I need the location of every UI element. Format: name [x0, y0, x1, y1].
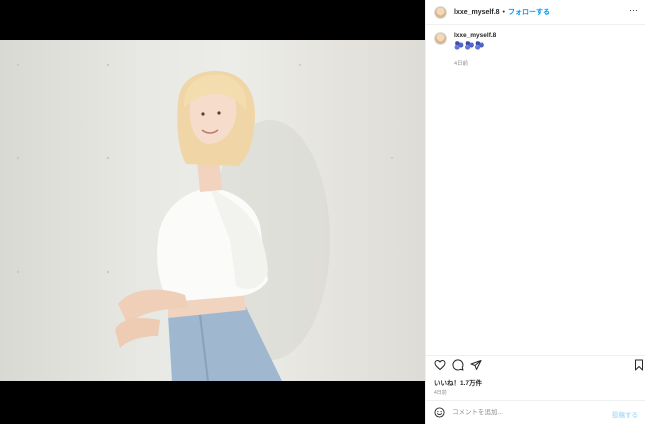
- comment-input[interactable]: [452, 409, 612, 416]
- post-header: lxxe_myself.8 • フォローする ···: [426, 0, 645, 25]
- post-media[interactable]: [0, 0, 425, 424]
- like-count[interactable]: いいね！1.7万件: [434, 377, 482, 387]
- heart-icon[interactable]: [434, 359, 446, 371]
- post-side-panel: lxxe_myself.8 • フォローする ··· lxxe_myself.8…: [425, 0, 645, 424]
- post-caption: lxxe_myself.8 🫐🫐🫐 4日前: [434, 32, 496, 67]
- more-options-icon[interactable]: ···: [629, 5, 638, 15]
- caption-username[interactable]: lxxe_myself.8: [454, 32, 496, 39]
- post-photo: [0, 40, 425, 381]
- post-comment-button[interactable]: 投稿する: [612, 409, 638, 419]
- avatar[interactable]: [434, 5, 447, 19]
- comment-bar: 投稿する: [426, 400, 645, 424]
- action-bar: [426, 355, 645, 373]
- follow-button[interactable]: フォローする: [508, 7, 550, 17]
- share-icon[interactable]: [470, 359, 482, 371]
- photo-illustration: [16, 63, 394, 381]
- comment-icon[interactable]: [452, 359, 464, 371]
- caption-avatar[interactable]: [434, 32, 447, 45]
- header-separator: •: [502, 8, 505, 16]
- caption-time[interactable]: 4日前: [454, 59, 496, 67]
- bookmark-icon[interactable]: [633, 359, 645, 371]
- emoji-icon[interactable]: [434, 407, 445, 418]
- header-username[interactable]: lxxe_myself.8: [454, 9, 500, 16]
- caption-text: 🫐🫐🫐: [454, 41, 486, 50]
- post-timestamp[interactable]: 4日前: [434, 389, 447, 396]
